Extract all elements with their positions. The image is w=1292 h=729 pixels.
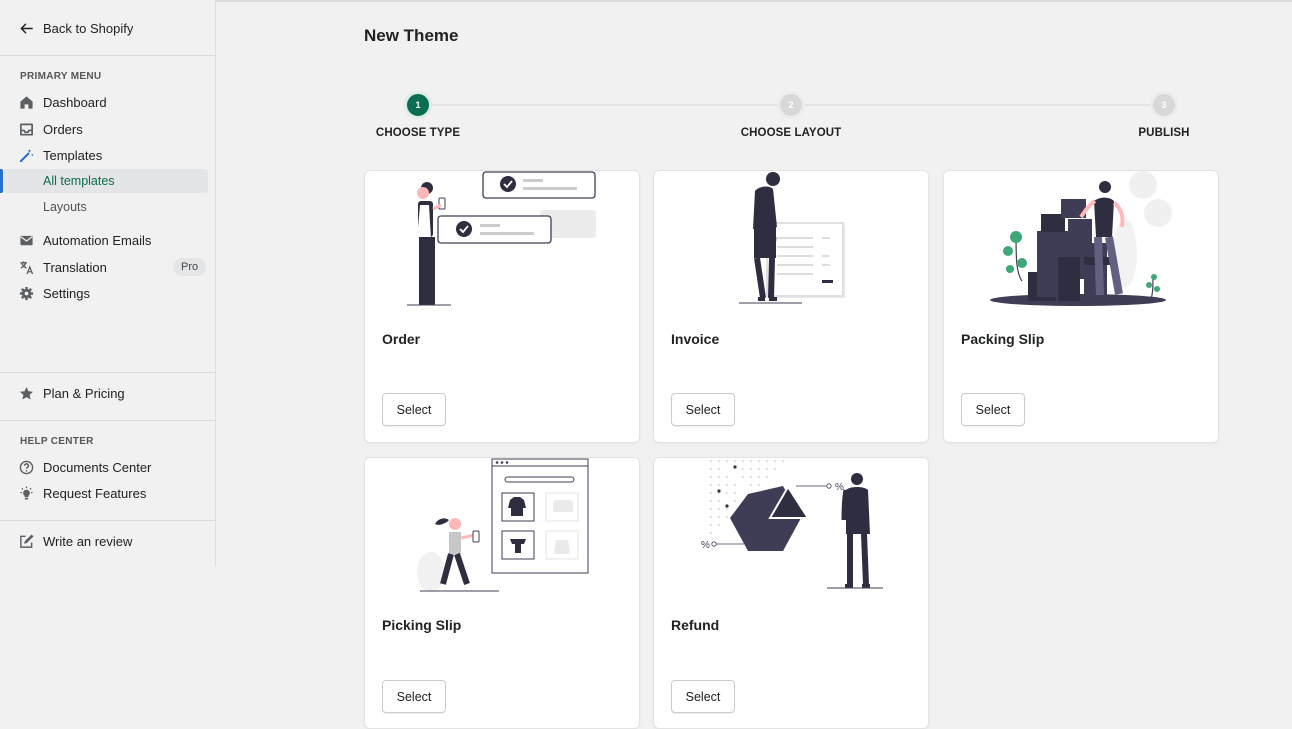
sidebar: Back to Shopify PRIMARY MENU Dashboard O… xyxy=(0,0,216,566)
sidebar-item-automation-emails[interactable]: Automation Emails xyxy=(0,228,215,252)
sidebar-item-label: Settings xyxy=(43,285,90,301)
sidebar-item-translation[interactable]: Translation Pro xyxy=(0,255,215,279)
card-title: Refund xyxy=(671,617,720,633)
sidebar-item-dashboard[interactable]: Dashboard xyxy=(0,90,215,114)
back-to-shopify-link[interactable]: Back to Shopify xyxy=(0,16,215,40)
sidebar-item-write-review[interactable]: Write an review xyxy=(0,529,215,553)
home-icon xyxy=(20,96,33,109)
select-invoice-button[interactable]: Select xyxy=(671,393,735,426)
card-title: Packing Slip xyxy=(961,331,1045,347)
card-title: Order xyxy=(382,331,421,347)
sidebar-item-label: Orders xyxy=(43,121,83,137)
sidebar-item-label: Translation xyxy=(43,259,107,275)
sidebar-subitem-label: All templates xyxy=(43,174,115,188)
card-title: Picking Slip xyxy=(382,617,462,633)
step-3-label: PUBLISH xyxy=(1138,127,1190,139)
template-card-refund[interactable]: % % Refund Select xyxy=(653,457,929,729)
envelope-icon xyxy=(20,235,33,246)
sidebar-item-documents-center[interactable]: Documents Center xyxy=(0,455,215,479)
inbox-icon xyxy=(20,123,33,136)
sidebar-item-label: Request Features xyxy=(43,485,147,501)
card-title: Invoice xyxy=(671,331,720,347)
step-1-indicator: 1 xyxy=(404,91,432,119)
percent-label-right: % xyxy=(835,482,844,493)
help-center-heading: HELP CENTER xyxy=(20,436,94,447)
picking-slip-illustration xyxy=(417,458,589,592)
sidebar-item-request-features[interactable]: Request Features xyxy=(0,481,215,505)
sidebar-subitem-layouts[interactable]: Layouts xyxy=(0,195,215,219)
magic-wand-icon xyxy=(19,148,34,163)
template-card-packing-slip[interactable]: Packing Slip Select xyxy=(943,170,1219,443)
sidebar-subitem-all-templates[interactable]: All templates xyxy=(4,169,208,193)
select-order-button[interactable]: Select xyxy=(382,393,446,426)
sidebar-item-orders[interactable]: Orders xyxy=(0,117,215,141)
invoice-illustration xyxy=(739,172,845,304)
step-1-label: CHOOSE TYPE xyxy=(375,127,461,139)
sidebar-item-label: Documents Center xyxy=(43,459,152,475)
page-title: New Theme xyxy=(364,26,459,45)
step-2-label: CHOOSE LAYOUT xyxy=(740,127,842,139)
select-picking-slip-button[interactable]: Select xyxy=(382,680,446,713)
question-circle-icon xyxy=(19,460,34,475)
lightbulb-icon xyxy=(20,486,33,500)
compose-icon xyxy=(20,534,34,548)
template-card-invoice[interactable]: Invoice Select xyxy=(653,170,929,443)
sidebar-subitem-label: Layouts xyxy=(43,200,87,214)
step-2-indicator: 2 xyxy=(777,91,805,119)
divider xyxy=(0,520,215,521)
review-label: Write an review xyxy=(43,533,133,549)
plan-label: Plan & Pricing xyxy=(43,385,125,401)
sidebar-item-templates[interactable]: Templates xyxy=(0,143,215,167)
sidebar-item-plan-pricing[interactable]: Plan & Pricing xyxy=(0,381,215,405)
template-card-order[interactable]: Order Select xyxy=(364,170,640,443)
translate-icon xyxy=(20,261,34,275)
star-icon xyxy=(19,386,34,400)
divider xyxy=(0,372,215,373)
sidebar-item-settings[interactable]: Settings xyxy=(0,281,215,305)
back-label: Back to Shopify xyxy=(43,20,134,36)
arrow-left-icon xyxy=(20,23,33,34)
packing-slip-illustration xyxy=(990,171,1172,306)
sidebar-item-label: Dashboard xyxy=(43,94,107,110)
primary-menu-heading: PRIMARY MENU xyxy=(20,71,102,82)
pro-badge: Pro xyxy=(173,258,207,276)
select-refund-button[interactable]: Select xyxy=(671,680,735,713)
refund-illustration: % % xyxy=(701,459,883,589)
percent-label-left: % xyxy=(701,540,710,551)
sidebar-item-label: Automation Emails xyxy=(43,232,152,248)
order-illustration xyxy=(407,171,596,306)
active-indicator xyxy=(0,169,3,193)
select-packing-slip-button[interactable]: Select xyxy=(961,393,1025,426)
step-3-indicator: 3 xyxy=(1150,91,1178,119)
divider xyxy=(0,55,215,56)
divider xyxy=(0,420,215,421)
sidebar-item-label: Templates xyxy=(43,147,103,163)
gear-icon xyxy=(19,286,34,301)
template-card-picking-slip[interactable]: Picking Slip Select xyxy=(364,457,640,729)
